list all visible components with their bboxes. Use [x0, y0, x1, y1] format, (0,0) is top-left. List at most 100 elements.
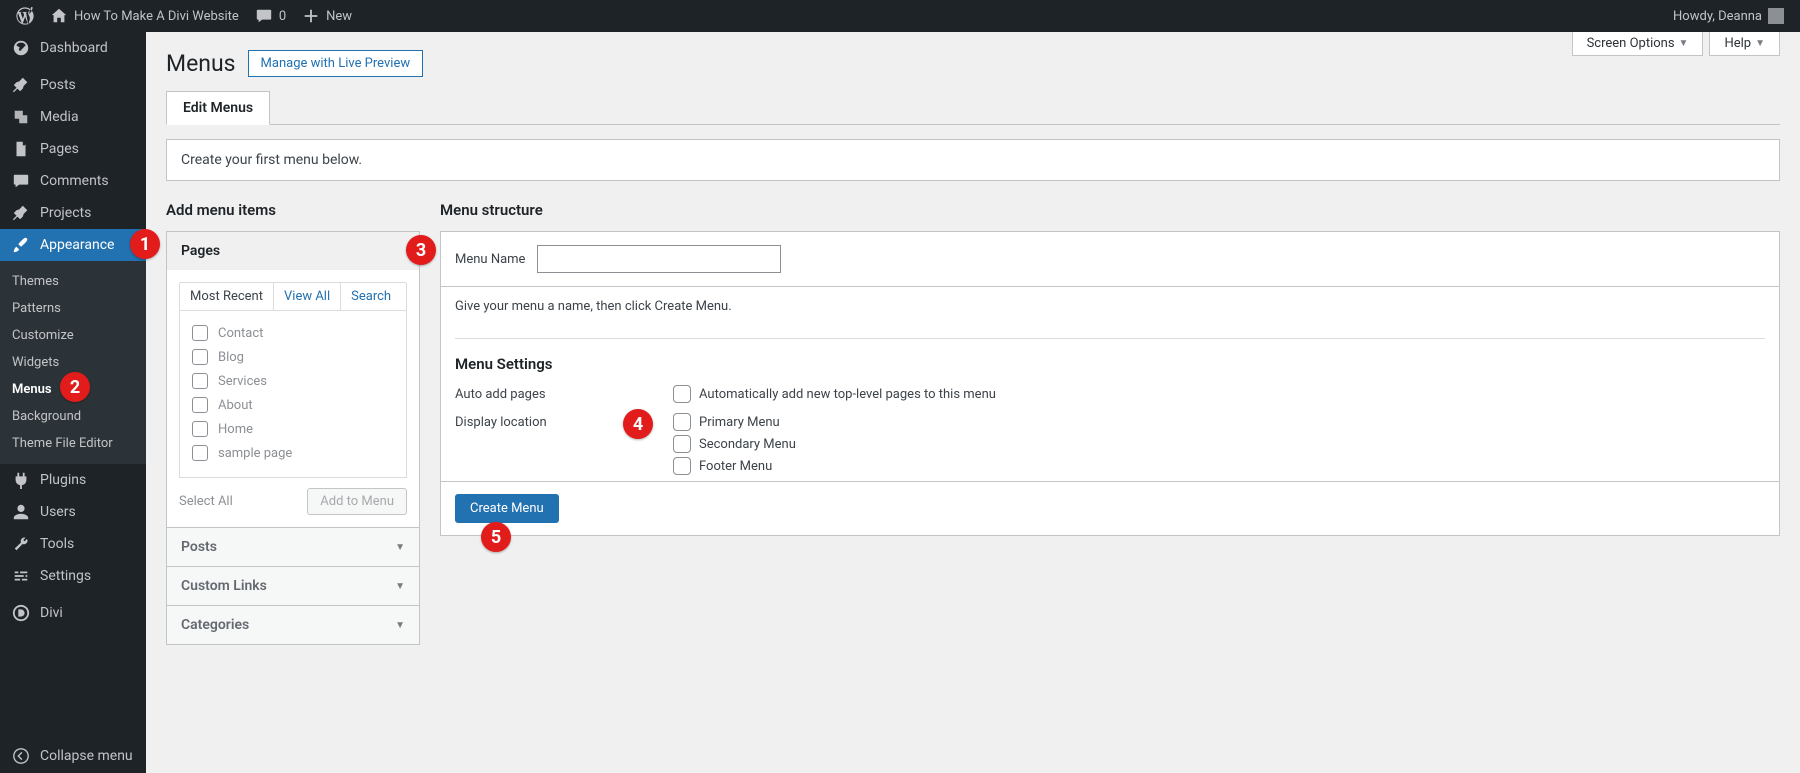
screen-options-button[interactable]: Screen Options ▼ [1572, 32, 1704, 56]
nav-tab-wrapper: Edit Menus [166, 91, 1780, 125]
wp-logo-menu[interactable] [8, 0, 42, 32]
page-checkbox-row[interactable]: About [190, 393, 396, 417]
checkbox-icon[interactable] [673, 457, 691, 475]
annotation-badge-4: 4 [623, 409, 653, 439]
pages-tab-recent[interactable]: Most Recent [180, 283, 274, 310]
accordion-title-label: Pages [181, 243, 220, 259]
media-icon [12, 108, 30, 126]
comment-icon [12, 172, 30, 190]
account-menu[interactable]: Howdy, Deanna [1665, 0, 1792, 32]
pages-list: Contact Blog Services About Home sample … [179, 311, 407, 478]
menu-structure-heading: Menu structure [440, 201, 1780, 219]
location-footer-checkbox[interactable]: Footer Menu [673, 457, 796, 475]
checkbox-icon[interactable] [673, 413, 691, 431]
sidebar-subitem-patterns[interactable]: Patterns [0, 295, 146, 322]
sidebar-item-pages[interactable]: Pages [0, 133, 146, 165]
sidebar-item-media[interactable]: Media [0, 101, 146, 133]
sidebar-item-label: Divi [40, 605, 63, 621]
help-button[interactable]: Help ▼ [1709, 32, 1780, 56]
sidebar-item-label: Plugins [40, 472, 86, 488]
chevron-down-icon: ▼ [395, 581, 405, 592]
sidebar-item-label: Posts [40, 77, 76, 93]
sidebar-item-dashboard[interactable]: Dashboard [0, 32, 146, 64]
page-checkbox-row[interactable]: Contact [190, 321, 396, 345]
sidebar-subitem-theme-editor[interactable]: Theme File Editor [0, 430, 146, 457]
checkbox-icon[interactable] [673, 435, 691, 453]
sidebar-item-label: Media [40, 109, 79, 125]
select-all-link[interactable]: Select All [179, 494, 233, 509]
accordion-categories-toggle[interactable]: Categories ▼ [167, 606, 419, 644]
pages-tab-search[interactable]: Search [341, 283, 401, 310]
page-item-label: Contact [218, 326, 263, 341]
sidebar-subitem-background[interactable]: Background [0, 403, 146, 430]
howdy-text: Howdy, Deanna [1673, 9, 1762, 24]
checkbox-icon[interactable] [192, 325, 208, 341]
comment-count: 0 [279, 9, 286, 24]
sidebar-subitem-themes[interactable]: Themes [0, 268, 146, 295]
annotation-badge-1: 1 [130, 229, 160, 259]
page-checkbox-row[interactable]: Blog [190, 345, 396, 369]
annotation-badge-3: 3 [406, 235, 436, 265]
new-content-link[interactable]: New [294, 0, 360, 32]
checkbox-icon[interactable] [192, 349, 208, 365]
page-item-label: sample page [218, 446, 292, 461]
comments-link[interactable]: 0 [247, 0, 294, 32]
chevron-down-icon: ▼ [395, 620, 405, 631]
page-item-label: Home [218, 422, 253, 437]
option-label: Secondary Menu [699, 437, 796, 452]
auto-add-checkbox[interactable]: Automatically add new top-level pages to… [673, 385, 996, 403]
sidebar-item-plugins[interactable]: Plugins [0, 464, 146, 496]
sidebar-subitem-menus[interactable]: Menus 2 [0, 376, 146, 403]
checkbox-icon[interactable] [673, 385, 691, 403]
location-primary-checkbox[interactable]: Primary Menu [673, 413, 796, 431]
sidebar-item-appearance[interactable]: Appearance 1 [0, 229, 146, 261]
menu-name-input[interactable] [537, 245, 781, 273]
option-label: Footer Menu [699, 459, 772, 474]
location-secondary-checkbox[interactable]: Secondary Menu [673, 435, 796, 453]
sidebar-item-users[interactable]: Users [0, 496, 146, 528]
sidebar-item-settings[interactable]: Settings [0, 560, 146, 592]
sidebar-subitem-customize[interactable]: Customize [0, 322, 146, 349]
screen-options-label: Screen Options [1587, 36, 1675, 51]
avatar [1768, 8, 1784, 24]
accordion-pages-toggle[interactable]: Pages [167, 232, 419, 270]
sidebar-item-projects[interactable]: Projects [0, 197, 146, 229]
sliders-icon [12, 567, 30, 585]
tab-edit-menus[interactable]: Edit Menus [166, 91, 270, 125]
checkbox-icon[interactable] [192, 373, 208, 389]
accordion-title-label: Posts [181, 539, 217, 555]
site-title: How To Make A Divi Website [74, 9, 239, 24]
checkbox-icon[interactable] [192, 445, 208, 461]
appearance-submenu: Themes Patterns Customize Widgets Menus … [0, 261, 146, 464]
page-checkbox-row[interactable]: Services [190, 369, 396, 393]
create-menu-button[interactable]: Create Menu [455, 494, 559, 523]
pages-tab-view-all[interactable]: View All [274, 283, 341, 310]
dashboard-icon [12, 39, 30, 57]
sidebar-item-comments[interactable]: Comments [0, 165, 146, 197]
checkbox-icon[interactable] [192, 397, 208, 413]
accordion-posts-toggle[interactable]: Posts▼ [167, 528, 419, 566]
chevron-down-icon: ▼ [1755, 38, 1765, 49]
user-icon [12, 503, 30, 521]
page-item-label: Blog [218, 350, 244, 365]
checkbox-icon[interactable] [192, 421, 208, 437]
sidebar-item-tools[interactable]: Tools [0, 528, 146, 560]
add-items-accordion: Pages Most Recent View All Search Contac… [166, 231, 420, 645]
sidebar-item-divi[interactable]: Divi [0, 597, 146, 629]
site-name-link[interactable]: How To Make A Divi Website [42, 0, 247, 32]
sidebar-item-posts[interactable]: Posts [0, 69, 146, 101]
accordion-title-label: Categories [181, 617, 249, 633]
collapse-menu-button[interactable]: Collapse menu [0, 739, 146, 773]
page-checkbox-row[interactable]: Home [190, 417, 396, 441]
add-to-menu-button[interactable]: Add to Menu [307, 488, 407, 515]
notice-message: Create your first menu below. [166, 139, 1780, 181]
wrench-icon [12, 535, 30, 553]
menu-structure-panel: Menu Name Give your menu a name, then cl… [440, 231, 1780, 536]
plugin-icon [12, 471, 30, 489]
page-checkbox-row[interactable]: sample page [190, 441, 396, 465]
accordion-custom-links-toggle[interactable]: Custom Links▼ [167, 567, 419, 605]
page-item-label: Services [218, 374, 267, 389]
menu-name-label: Menu Name [455, 252, 525, 267]
sidebar-item-label: Settings [40, 568, 91, 584]
manage-live-preview-button[interactable]: Manage with Live Preview [248, 50, 424, 77]
